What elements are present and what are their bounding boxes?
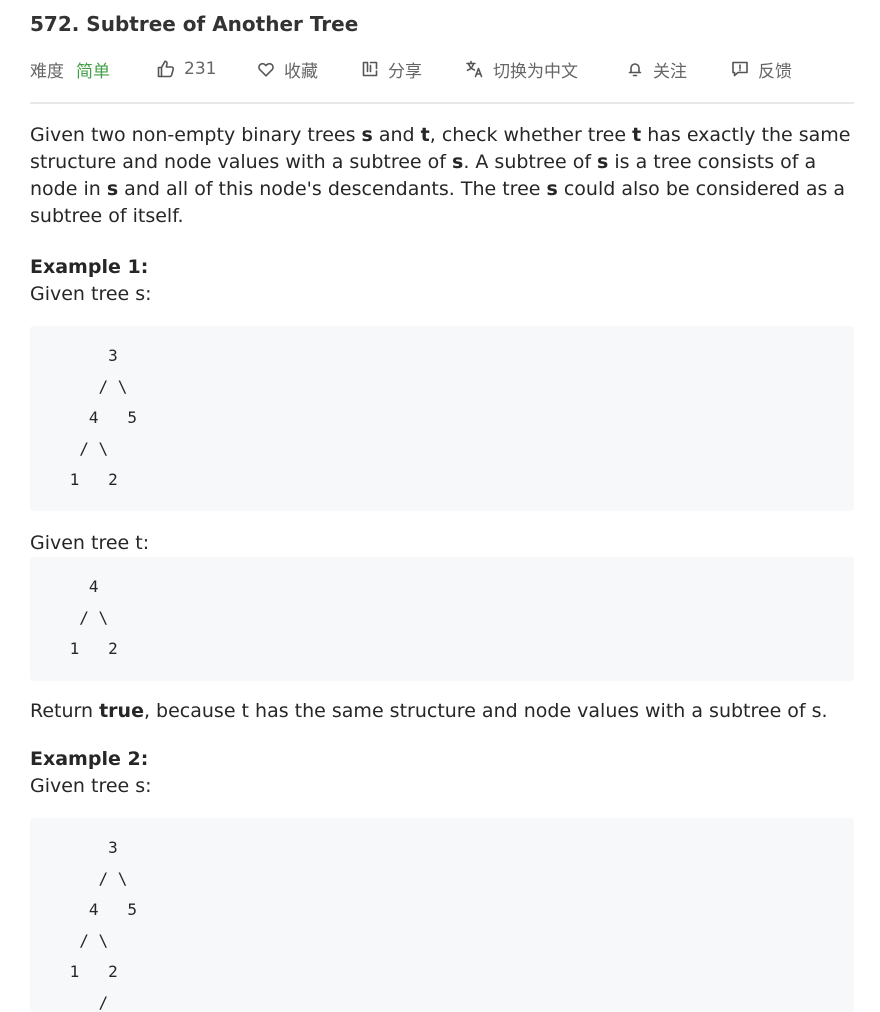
example-2-heading: Example 2: (30, 748, 149, 770)
text-span: Given two non-empty binary trees (30, 124, 362, 146)
language-toggle-button[interactable]: 切换为中文 (465, 56, 578, 82)
text-span: , check whether tree (429, 124, 633, 146)
bold-term: s (106, 178, 119, 200)
example-1-explanation: Return true, because t has the same stru… (30, 698, 854, 725)
problem-statement: Given two non-empty binary trees s and t… (30, 122, 854, 230)
heart-icon (258, 62, 274, 77)
thumbs-up-icon (157, 60, 175, 78)
example-1-given-s: Given tree s: (30, 283, 152, 305)
feedback-label: 反馈 (758, 61, 792, 82)
translate-icon (466, 60, 483, 78)
problem-toolbar: 难度 简单 231 收藏 分享 切换为中文 关注 反馈 (30, 56, 850, 82)
return-value: true (99, 700, 144, 722)
feedback-button[interactable]: 反馈 (730, 56, 792, 82)
text-span: , because t has the same structure and n… (143, 700, 828, 722)
text-span: and (372, 124, 421, 146)
share-label: 分享 (388, 61, 422, 82)
example-2-tree-s: 3 / \ 4 5 / \ 1 2 / (30, 818, 854, 1012)
example-1-tree-s: 3 / \ 4 5 / \ 1 2 (30, 326, 854, 511)
difficulty-value: 简单 (76, 61, 110, 82)
problem-description: Given two non-empty binary trees s and t… (30, 122, 854, 1012)
language-toggle-label: 切换为中文 (493, 61, 578, 82)
bell-icon (628, 63, 642, 77)
header-divider (30, 102, 854, 104)
share-icon (362, 61, 378, 77)
bold-term: t (420, 124, 430, 146)
bold-term: s (361, 124, 373, 146)
follow-label: 关注 (653, 61, 687, 82)
bold-term: s (597, 151, 609, 173)
example-1-given-t: Given tree t: (30, 532, 150, 554)
problem-page: 572. Subtree of Another Tree 难度 简单 231 收… (0, 0, 880, 1012)
text-span: and all of this node's descendants. The … (118, 178, 547, 200)
text-span: Return (30, 700, 100, 722)
text-span: . A subtree of (463, 151, 598, 173)
example-2-given-s: Given tree s: (30, 775, 152, 797)
bold-term: s (546, 178, 558, 200)
favorite-button[interactable]: 收藏 (256, 56, 318, 82)
example-1-tree-t: 4 / \ 1 2 (30, 557, 854, 681)
follow-button[interactable]: 关注 (625, 56, 687, 82)
problem-title: 572. Subtree of Another Tree (30, 12, 359, 36)
share-button[interactable]: 分享 (360, 56, 422, 82)
like-count: 231 (184, 59, 217, 79)
example-1-heading: Example 1: (30, 256, 149, 278)
difficulty: 难度 简单 (30, 56, 110, 82)
favorite-label: 收藏 (284, 61, 318, 82)
bold-term: t (632, 124, 642, 146)
feedback-icon (732, 61, 748, 77)
like-button[interactable]: 231 (156, 56, 216, 82)
difficulty-label: 难度 (30, 61, 64, 82)
bold-term: s (452, 151, 464, 173)
